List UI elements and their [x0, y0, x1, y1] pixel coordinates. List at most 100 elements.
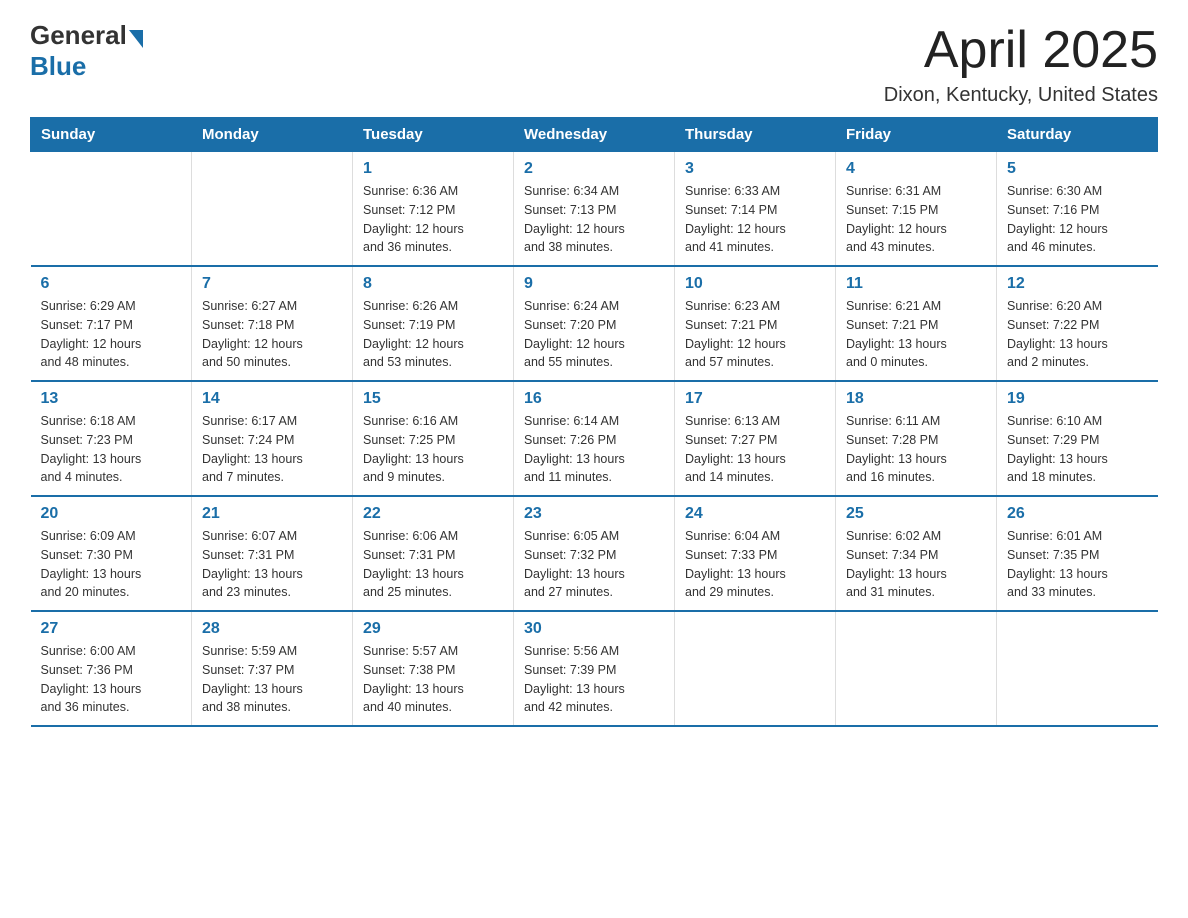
day-number: 6	[41, 275, 182, 293]
day-number: 7	[202, 275, 342, 293]
day-cell: 28 Sunrise: 5:59 AMSunset: 7:37 PMDayligh…	[192, 611, 353, 726]
day-info-text: Sunrise: 5:56 AMSunset: 7:39 PMDaylight:…	[524, 642, 664, 717]
day-number: 27	[41, 620, 182, 638]
day-cell: 4 Sunrise: 6:31 AMSunset: 7:15 PMDaylight…	[836, 152, 997, 267]
day-info-text: Sunrise: 6:30 AMSunset: 7:16 PMDaylight:…	[1007, 182, 1148, 257]
logo-arrow-icon	[129, 30, 143, 48]
day-info-text: Sunrise: 5:57 AMSunset: 7:38 PMDaylight:…	[363, 642, 503, 717]
header-row: SundayMondayTuesdayWednesdayThursdayFrid…	[31, 118, 1158, 152]
day-number: 1	[363, 160, 503, 178]
day-cell: 30 Sunrise: 5:56 AMSunset: 7:39 PMDayligh…	[514, 611, 675, 726]
day-number: 10	[685, 275, 825, 293]
day-cell: 19Sunrise: 6:10 AMSunset: 7:29 PMDayligh…	[997, 381, 1158, 496]
day-info-text: Sunrise: 6:02 AMSunset: 7:34 PMDaylight:…	[846, 527, 986, 602]
day-number: 25	[846, 505, 986, 523]
day-cell: 17 Sunrise: 6:13 AMSunset: 7:27 PMDayligh…	[675, 381, 836, 496]
day-info-text: Sunrise: 6:05 AMSunset: 7:32 PMDaylight:…	[524, 527, 664, 602]
day-number: 28	[202, 620, 342, 638]
day-cell: 25 Sunrise: 6:02 AMSunset: 7:34 PMDayligh…	[836, 496, 997, 611]
day-cell: 26 Sunrise: 6:01 AMSunset: 7:35 PMDayligh…	[997, 496, 1158, 611]
week-row-2: 6 Sunrise: 6:29 AMSunset: 7:17 PMDaylight…	[31, 266, 1158, 381]
day-info-text: Sunrise: 6:17 AMSunset: 7:24 PMDaylight:…	[202, 412, 342, 487]
day-number: 8	[363, 275, 503, 293]
day-number: 13	[41, 390, 182, 408]
calendar-title: April 2025	[884, 20, 1158, 80]
day-cell	[31, 152, 192, 267]
day-cell: 12 Sunrise: 6:20 AMSunset: 7:22 PMDayligh…	[997, 266, 1158, 381]
day-number: 12	[1007, 275, 1148, 293]
day-cell: 27 Sunrise: 6:00 AMSunset: 7:36 PMDayligh…	[31, 611, 192, 726]
day-info-text: Sunrise: 6:31 AMSunset: 7:15 PMDaylight:…	[846, 182, 986, 257]
day-cell: 15Sunrise: 6:16 AMSunset: 7:25 PMDayligh…	[353, 381, 514, 496]
week-row-1: 1 Sunrise: 6:36 AMSunset: 7:12 PMDaylight…	[31, 152, 1158, 267]
day-number: 11	[846, 275, 986, 293]
day-info-text: Sunrise: 6:20 AMSunset: 7:22 PMDaylight:…	[1007, 297, 1148, 372]
day-number: 16	[524, 390, 664, 408]
title-section: April 2025 Dixon, Kentucky, United State…	[884, 20, 1158, 107]
day-cell: 7 Sunrise: 6:27 AMSunset: 7:18 PMDaylight…	[192, 266, 353, 381]
day-number: 23	[524, 505, 664, 523]
day-cell: 29 Sunrise: 5:57 AMSunset: 7:38 PMDayligh…	[353, 611, 514, 726]
calendar-body: 1 Sunrise: 6:36 AMSunset: 7:12 PMDaylight…	[31, 152, 1158, 727]
day-cell: 21 Sunrise: 6:07 AMSunset: 7:31 PMDayligh…	[192, 496, 353, 611]
day-cell	[675, 611, 836, 726]
day-info-text: Sunrise: 6:23 AMSunset: 7:21 PMDaylight:…	[685, 297, 825, 372]
day-info-text: Sunrise: 6:00 AMSunset: 7:36 PMDaylight:…	[41, 642, 182, 717]
day-info-text: Sunrise: 6:36 AMSunset: 7:12 PMDaylight:…	[363, 182, 503, 257]
day-info-text: Sunrise: 6:04 AMSunset: 7:33 PMDaylight:…	[685, 527, 825, 602]
day-info-text: Sunrise: 6:34 AMSunset: 7:13 PMDaylight:…	[524, 182, 664, 257]
day-cell: 11 Sunrise: 6:21 AMSunset: 7:21 PMDayligh…	[836, 266, 997, 381]
day-number: 14	[202, 390, 342, 408]
day-info-text: Sunrise: 6:26 AMSunset: 7:19 PMDaylight:…	[363, 297, 503, 372]
day-info-text: Sunrise: 6:18 AMSunset: 7:23 PMDaylight:…	[41, 412, 182, 487]
day-number: 29	[363, 620, 503, 638]
day-cell: 18Sunrise: 6:11 AMSunset: 7:28 PMDayligh…	[836, 381, 997, 496]
day-info-text: Sunrise: 6:09 AMSunset: 7:30 PMDaylight:…	[41, 527, 182, 602]
day-cell: 13 Sunrise: 6:18 AMSunset: 7:23 PMDayligh…	[31, 381, 192, 496]
day-cell: 16 Sunrise: 6:14 AMSunset: 7:26 PMDayligh…	[514, 381, 675, 496]
week-row-3: 13 Sunrise: 6:18 AMSunset: 7:23 PMDayligh…	[31, 381, 1158, 496]
day-info-text: Sunrise: 6:13 AMSunset: 7:27 PMDaylight:…	[685, 412, 825, 487]
day-number: 4	[846, 160, 986, 178]
day-cell: 3Sunrise: 6:33 AMSunset: 7:14 PMDaylight…	[675, 152, 836, 267]
page-header: General Blue April 2025 Dixon, Kentucky,…	[30, 20, 1158, 107]
day-header-sunday: Sunday	[31, 118, 192, 152]
day-cell: 20Sunrise: 6:09 AMSunset: 7:30 PMDayligh…	[31, 496, 192, 611]
day-info-text: Sunrise: 6:21 AMSunset: 7:21 PMDaylight:…	[846, 297, 986, 372]
week-row-4: 20Sunrise: 6:09 AMSunset: 7:30 PMDayligh…	[31, 496, 1158, 611]
calendar-table: SundayMondayTuesdayWednesdayThursdayFrid…	[30, 117, 1158, 727]
day-number: 3	[685, 160, 825, 178]
day-number: 9	[524, 275, 664, 293]
day-cell: 24 Sunrise: 6:04 AMSunset: 7:33 PMDayligh…	[675, 496, 836, 611]
day-header-tuesday: Tuesday	[353, 118, 514, 152]
calendar-header: SundayMondayTuesdayWednesdayThursdayFrid…	[31, 118, 1158, 152]
day-header-friday: Friday	[836, 118, 997, 152]
day-number: 5	[1007, 160, 1148, 178]
day-number: 30	[524, 620, 664, 638]
day-cell: 6 Sunrise: 6:29 AMSunset: 7:17 PMDaylight…	[31, 266, 192, 381]
day-header-saturday: Saturday	[997, 118, 1158, 152]
day-number: 2	[524, 160, 664, 178]
day-cell: 23 Sunrise: 6:05 AMSunset: 7:32 PMDayligh…	[514, 496, 675, 611]
week-row-5: 27 Sunrise: 6:00 AMSunset: 7:36 PMDayligh…	[31, 611, 1158, 726]
day-number: 26	[1007, 505, 1148, 523]
day-info-text: Sunrise: 6:01 AMSunset: 7:35 PMDaylight:…	[1007, 527, 1148, 602]
day-info-text: Sunrise: 6:27 AMSunset: 7:18 PMDaylight:…	[202, 297, 342, 372]
day-number: 17	[685, 390, 825, 408]
day-info-text: Sunrise: 6:14 AMSunset: 7:26 PMDaylight:…	[524, 412, 664, 487]
day-cell	[192, 152, 353, 267]
day-info-text: Sunrise: 6:11 AMSunset: 7:28 PMDaylight:…	[846, 412, 986, 487]
day-info-text: Sunrise: 6:29 AMSunset: 7:17 PMDaylight:…	[41, 297, 182, 372]
day-cell	[836, 611, 997, 726]
day-cell: 2 Sunrise: 6:34 AMSunset: 7:13 PMDaylight…	[514, 152, 675, 267]
day-number: 22	[363, 505, 503, 523]
day-number: 21	[202, 505, 342, 523]
day-info-text: Sunrise: 5:59 AMSunset: 7:37 PMDaylight:…	[202, 642, 342, 717]
day-cell: 9Sunrise: 6:24 AMSunset: 7:20 PMDaylight…	[514, 266, 675, 381]
day-cell: 5 Sunrise: 6:30 AMSunset: 7:16 PMDaylight…	[997, 152, 1158, 267]
day-header-monday: Monday	[192, 118, 353, 152]
day-cell: 8 Sunrise: 6:26 AMSunset: 7:19 PMDaylight…	[353, 266, 514, 381]
day-number: 24	[685, 505, 825, 523]
day-header-wednesday: Wednesday	[514, 118, 675, 152]
day-info-text: Sunrise: 6:07 AMSunset: 7:31 PMDaylight:…	[202, 527, 342, 602]
